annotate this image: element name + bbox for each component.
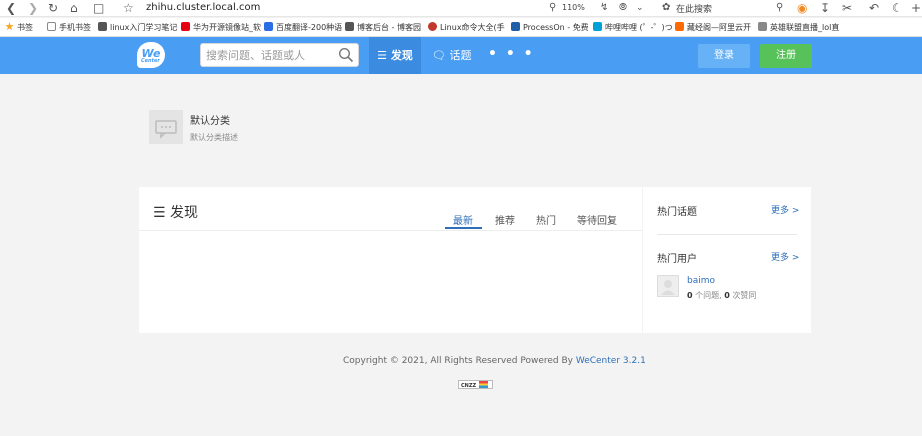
nav-discover[interactable]: ☰ 发现 [369, 37, 421, 74]
bookmark-item[interactable]: 哔哩哔哩 (゜-゜)つ [593, 22, 673, 34]
bookmark-item[interactable]: ProcessOn - 免费 [511, 22, 589, 34]
bookmark-item[interactable]: 藏经阁—阿里云开 [675, 22, 751, 34]
bookmark-item[interactable]: 手机书签 [47, 22, 91, 34]
bookmarks-bar: 书签 手机书签 linux入门学习笔记 华为开源镜像站_软 百度翻译-200种语… [0, 18, 922, 37]
hot-topics-more-link[interactable]: 更多 > [771, 203, 799, 216]
scissors-icon[interactable]: ✂ [842, 1, 852, 15]
linux-icon [428, 22, 437, 31]
reader-icon[interactable]: □ [93, 1, 104, 15]
huawei-icon [181, 22, 190, 31]
baidu-translate-icon [264, 22, 273, 31]
browser-search-input[interactable]: 在此搜索 [676, 2, 712, 15]
cnblogs-icon [345, 22, 354, 31]
user-icon [661, 280, 675, 295]
search-icon[interactable] [338, 47, 354, 63]
zoom-icon: ⚲ [549, 2, 557, 13]
wecenter-logo[interactable]: We Center [137, 42, 165, 68]
star-icon[interactable]: ☆ [123, 1, 134, 15]
search-icon[interactable]: ⚲ [776, 1, 783, 15]
browser-toolbar: ❮ ❯ ↻ ⌂ □ ☆ zhihu.cluster.local.com ⚲ 11… [0, 0, 922, 17]
bookmark-item[interactable]: 书签 [5, 22, 33, 34]
wecenter-link[interactable]: WeCenter 3.2.1 [576, 356, 646, 366]
tab-unanswered[interactable]: 等待回复 [577, 212, 617, 227]
hot-users-heading: 热门用户 [657, 254, 697, 265]
bookmark-item[interactable]: 百度翻译-200种语 [264, 22, 342, 34]
bookmark-item[interactable]: 博客后台 - 博客园 [345, 22, 421, 34]
forward-icon[interactable]: ❯ [28, 1, 38, 15]
menu-plus-icon[interactable]: + [911, 1, 921, 15]
hot-topics-heading: 热门话题 [657, 207, 697, 218]
user-name-link[interactable]: baimo [687, 276, 715, 286]
avatar[interactable] [657, 275, 679, 297]
cnzz-badge[interactable]: CNZZ [458, 380, 493, 389]
nav-more-button[interactable]: • • • [488, 37, 535, 74]
hot-users-more-link[interactable]: 更多 > [771, 250, 799, 263]
reload-icon[interactable]: ↻ [48, 1, 58, 15]
category-name: 默认分类 [190, 116, 230, 127]
home-icon[interactable]: ⌂ [70, 1, 78, 15]
back-icon[interactable]: ❮ [6, 1, 16, 15]
chevron-down-icon[interactable]: ⌄ [636, 1, 644, 15]
search-engine-icon[interactable]: ✿ [662, 1, 670, 15]
folder-icon [47, 22, 56, 31]
moon-icon[interactable]: ☾ [892, 1, 903, 15]
site-search-input[interactable] [201, 44, 331, 66]
category-icon [149, 110, 183, 144]
discover-title: ☰ 发现 [153, 205, 199, 221]
tab-recommended[interactable]: 推荐 [495, 212, 515, 227]
download-icon[interactable]: ↧ [820, 1, 830, 15]
translate-icon[interactable]: ⦾ [619, 1, 627, 15]
bookmark-item[interactable]: Linux命令大全(手 [428, 22, 505, 34]
active-tab-indicator [445, 227, 482, 229]
aliyun-icon [675, 22, 684, 31]
divider [657, 234, 797, 235]
lightning-icon[interactable]: ↯ [600, 1, 608, 15]
bilibili-icon [593, 22, 602, 31]
undo-icon[interactable]: ↶ [869, 1, 879, 15]
lol-icon [758, 22, 767, 31]
chat-bubble-icon [155, 120, 177, 139]
star-icon [5, 22, 14, 31]
processon-icon [511, 22, 520, 31]
zoom-level[interactable]: 110% [562, 3, 585, 12]
login-button[interactable]: 登录 [698, 44, 750, 68]
user-stats: 0 个问题, 0 次赞同 [687, 291, 757, 300]
stats-chart-icon [479, 381, 489, 388]
bookmark-item[interactable]: 英雄联盟直播_lol直 [758, 22, 839, 34]
nav-topics[interactable]: 🗨 话题 [432, 37, 471, 74]
game-icon[interactable]: ◉ [797, 1, 807, 15]
divider [139, 230, 642, 231]
bookmark-item[interactable]: linux入门学习笔记 [98, 22, 177, 34]
bookmark-item[interactable]: 华为开源镜像站_软 [181, 22, 261, 34]
register-button[interactable]: 注册 [760, 44, 812, 68]
tab-latest[interactable]: 最新 [453, 212, 473, 227]
site-icon [98, 22, 107, 31]
footer-copyright: Copyright © 2021, All Rights Reserved Po… [343, 356, 646, 366]
category-description: 默认分类描述 [190, 133, 238, 142]
discover-panel [139, 187, 642, 333]
address-bar[interactable]: zhihu.cluster.local.com [146, 2, 260, 13]
site-search [200, 43, 359, 67]
tab-hot[interactable]: 热门 [536, 212, 556, 227]
